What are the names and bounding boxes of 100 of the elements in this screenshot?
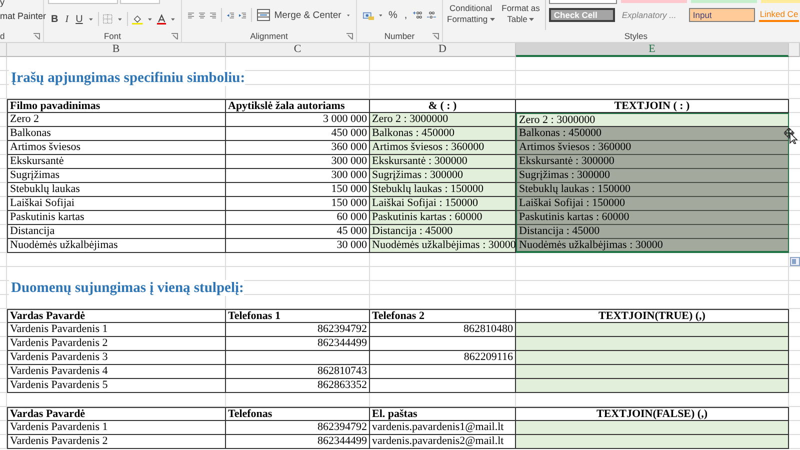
cell-style-button[interactable]: Explanatory ... — [618, 8, 685, 22]
styles-button[interactable]: Format as Table — [500, 3, 542, 25]
caret-icon[interactable] — [88, 18, 93, 20]
font-color-icon[interactable] — [156, 12, 166, 26]
table-cell: 862394792 — [226, 421, 370, 435]
table-cell: 862344499 — [226, 435, 370, 449]
caret-icon[interactable] — [118, 18, 122, 20]
table-cell: Sugrįžimas : 300000 — [370, 169, 516, 183]
dialog-launcher-icon[interactable] — [171, 33, 178, 40]
table-cell: 150 000 — [226, 197, 370, 211]
column-header[interactable]: E — [516, 43, 789, 57]
table-cell: Zero 2 — [7, 113, 226, 127]
table-cell: Distancija : 45000 — [516, 225, 789, 239]
group-label: Number — [384, 31, 415, 41]
increase-decimal-icon[interactable] — [413, 9, 422, 21]
borders-icon[interactable] — [103, 13, 113, 25]
table-cell: 150 000 — [226, 183, 370, 197]
caret-icon[interactable] — [529, 18, 534, 21]
column-heading: Vardas Pavardė — [7, 309, 226, 323]
table-cell: Vardenis Pavardenis 2 — [7, 435, 226, 449]
cell-style-button[interactable]: Input — [688, 8, 755, 22]
caret-icon[interactable] — [148, 18, 152, 20]
font-size-field[interactable] — [120, 0, 160, 4]
column-header[interactable]: D — [370, 43, 516, 57]
table-cell: Stebuklų laukas : 150000 — [516, 183, 789, 197]
cell-style-swatch[interactable] — [620, 0, 687, 3]
italic-button[interactable]: I — [64, 14, 70, 24]
table-cell: Balkonas — [7, 127, 226, 141]
dialog-launcher-icon[interactable] — [346, 33, 353, 40]
table-cell: 300 000 — [226, 169, 370, 183]
column-heading: TEXTJOIN(TRUE) (,) — [516, 309, 789, 323]
decrease-indent-icon[interactable] — [226, 10, 234, 20]
fill-color-icon[interactable] — [132, 12, 144, 26]
comma-button[interactable]: , — [403, 10, 408, 20]
cell-style-swatch[interactable] — [690, 0, 757, 3]
table-cell: Vardenis Pavardenis 2 — [7, 337, 226, 351]
column-header[interactable]: C — [226, 43, 370, 57]
column-heading: TEXTJOIN(FALSE) (,) — [516, 407, 789, 421]
align-left-icon[interactable] — [188, 10, 194, 20]
caret-icon[interactable] — [379, 14, 382, 16]
decrease-decimal-icon[interactable] — [427, 9, 436, 21]
merge-center-button[interactable]: Merge & Center — [256, 9, 342, 21]
table-cell: 3 000 000 — [226, 113, 370, 127]
table-cell: Paskutinis kartas : 60000 — [516, 211, 789, 225]
align-right-icon[interactable] — [210, 10, 216, 20]
copy-button[interactable]: y — [0, 0, 4, 7]
column-heading: El. paštas — [370, 407, 516, 421]
caret-icon[interactable] — [171, 18, 175, 20]
increase-indent-icon[interactable] — [238, 10, 246, 20]
table-cell: 360 000 — [226, 141, 370, 155]
column-header[interactable]: B — [7, 43, 226, 57]
column-heading: TEXTJOIN ( : ) — [516, 99, 789, 113]
table-cell: Artimos šviesos : 360000 — [370, 141, 516, 155]
table-cell: 30 000 — [226, 239, 370, 253]
table-cell: Zero 2 : 3000000 — [370, 113, 516, 127]
table-cell: Distancija — [7, 225, 226, 239]
column-heading: Filmo pavadinimas — [7, 99, 226, 113]
table-cell: Vardenis Pavardenis 4 — [7, 365, 226, 379]
styles-button[interactable]: Conditional Formatting — [445, 3, 497, 25]
caret-icon[interactable] — [347, 14, 350, 16]
dialog-launcher-icon[interactable] — [33, 33, 40, 40]
table-cell: Laiškai Sofijai : 150000 — [516, 197, 789, 211]
table-cell: 862810743 — [226, 365, 370, 379]
align-center-icon[interactable] — [198, 10, 205, 20]
table-cell: Stebuklų laukas — [7, 183, 226, 197]
dialog-launcher-icon[interactable] — [432, 33, 439, 40]
table-cell: Laiškai Sofijai — [7, 197, 226, 211]
table-cell: Vardenis Pavardenis 1 — [7, 421, 226, 435]
table-cell: Vardenis Pavardenis 3 — [7, 351, 226, 365]
column-heading: & ( : ) — [370, 99, 516, 113]
merge-icon[interactable] — [257, 9, 270, 21]
bold-button[interactable]: B — [50, 14, 60, 24]
format-painter-button[interactable]: mat Painter — [0, 11, 46, 21]
table-cell: Ekskursantė : 300000 — [516, 155, 789, 169]
table-cell: Distancija : 45000 — [370, 225, 516, 239]
font-name-field[interactable] — [48, 0, 118, 4]
group-label: Styles — [624, 31, 648, 41]
table-cell: Zero 2 : 3000000 — [516, 113, 789, 127]
table-cell: 60 000 — [226, 211, 370, 225]
column-heading: Telefonas — [226, 407, 370, 421]
caret-icon[interactable] — [490, 18, 495, 21]
cell-style-swatch[interactable] — [548, 0, 617, 4]
table-cell: Paskutinis kartas — [7, 211, 226, 225]
table-cell: 862810480 — [370, 323, 516, 337]
table-cell: 450 000 — [226, 127, 370, 141]
table-cell: Balkonas : 450000 — [516, 127, 789, 141]
column-heading: Vardas Pavardė — [7, 407, 226, 421]
table-cell: Vardenis Pavardenis 1 — [7, 323, 226, 337]
underline-button[interactable]: U — [74, 14, 84, 24]
table-cell: Balkonas : 450000 — [370, 127, 516, 141]
table-cell: Vardenis Pavardenis 5 — [7, 379, 226, 393]
table-cell: Nuodėmės užkalbėjimas — [7, 239, 226, 253]
move-cursor-icon[interactable] — [784, 128, 798, 144]
table-cell: vardenis.pavardenis1@mail.lt — [370, 421, 516, 435]
table-cell: Paskutinis kartas : 60000 — [370, 211, 516, 225]
table-cell: Artimos šviesos : 360000 — [516, 141, 789, 155]
table-cell: 862863352 — [226, 379, 370, 393]
group-label: Alignment — [250, 31, 288, 41]
table-cell: Ekskursantė : 300000 — [370, 155, 516, 169]
percent-button[interactable]: % — [387, 10, 398, 20]
